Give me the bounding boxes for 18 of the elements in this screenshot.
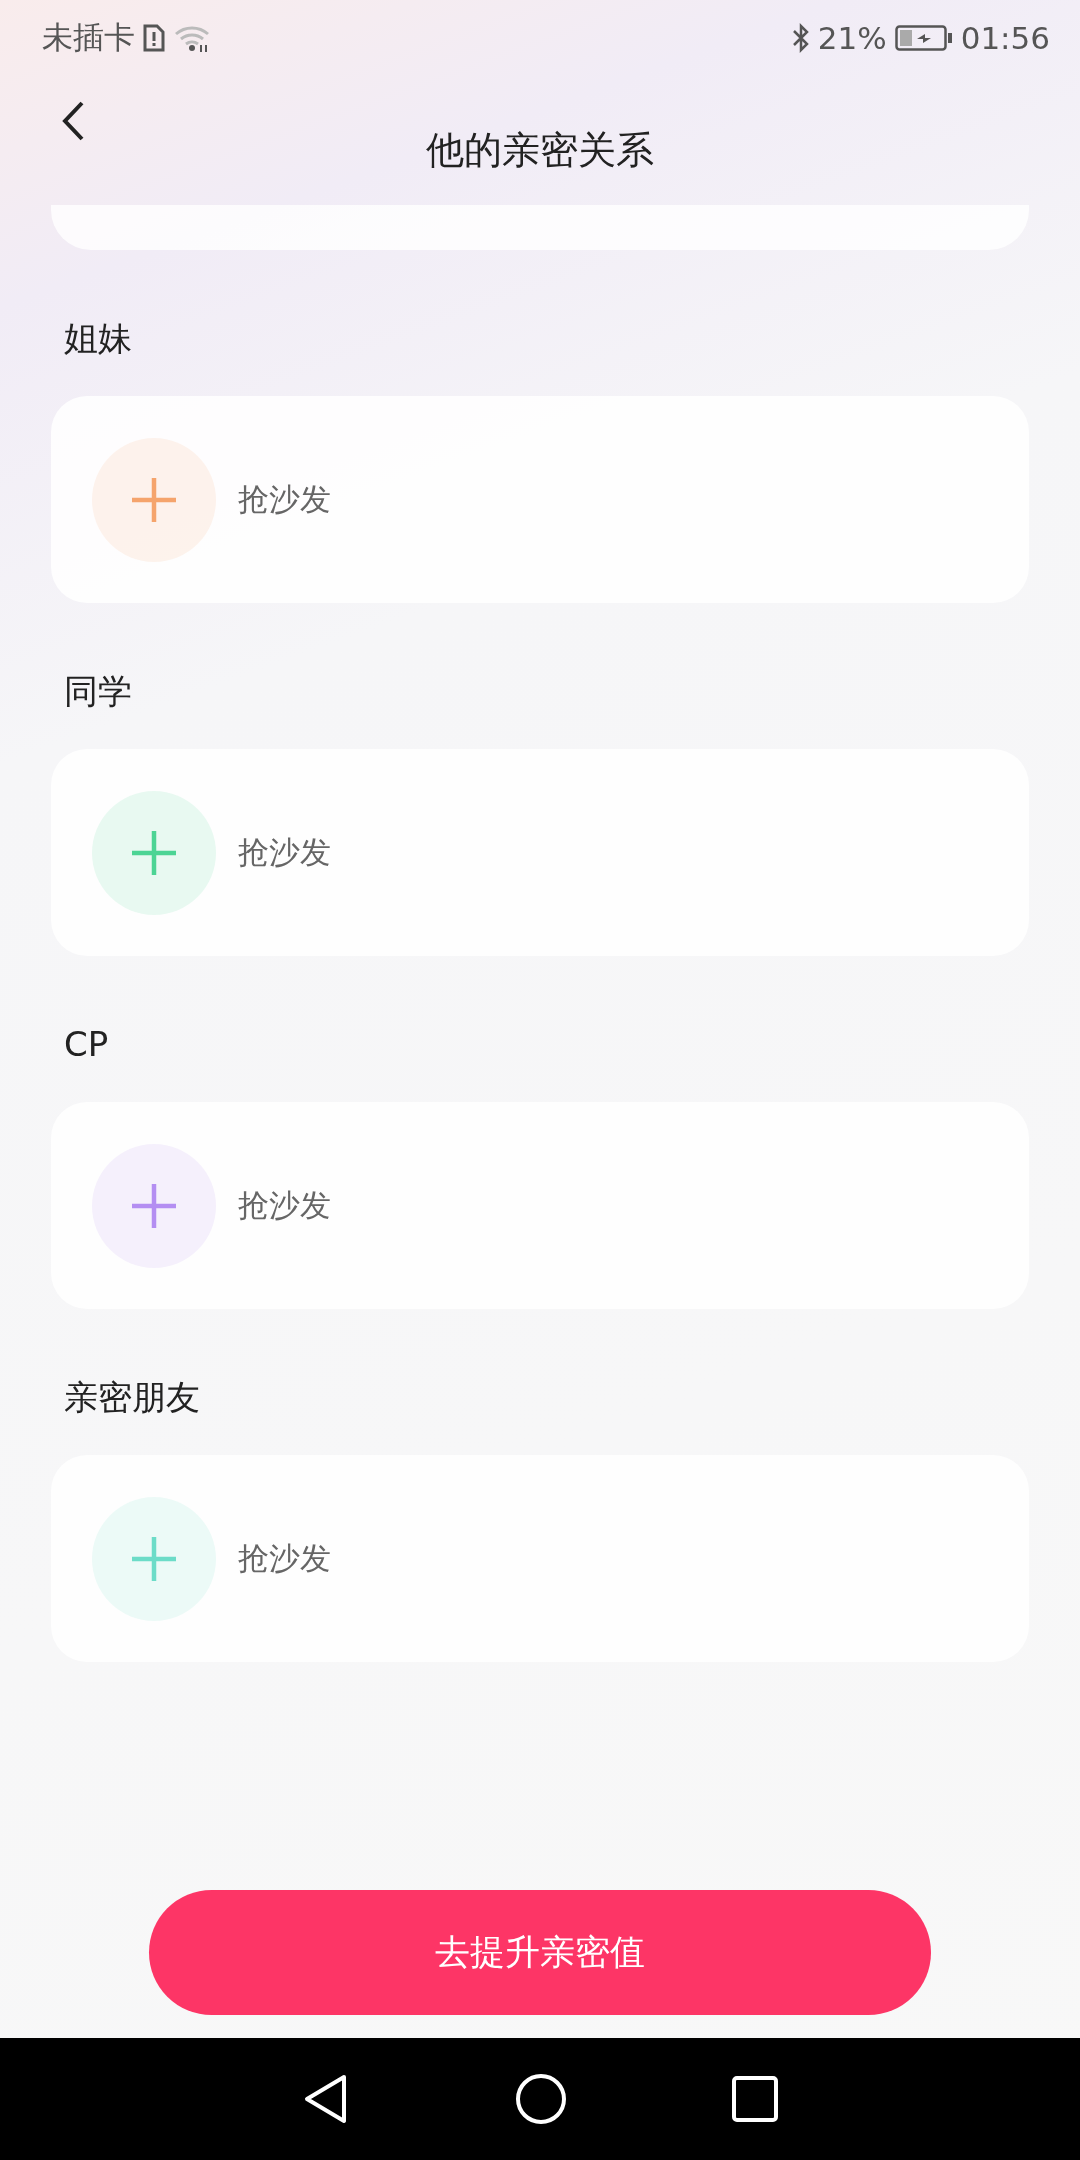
section-title: 同学 [63,670,133,713]
boost-intimacy-button[interactable]: 去提升亲密值 [149,1890,931,2015]
section-title: CP [63,1023,110,1066]
section-title: 亲密朋友 [63,1376,201,1419]
section-title: 姐妹 [63,317,133,360]
battery-icon [894,24,953,51]
recents-nav-icon[interactable] [731,2076,778,2122]
page-title: 他的亲密关系 [426,126,654,174]
clock-time: 01:56 [960,19,1050,56]
sim-alert-icon [143,23,165,52]
grab-seat-text: 抢沙发 [238,1538,331,1578]
grab-seat-text: 抢沙发 [238,479,331,519]
home-nav-icon[interactable] [515,2073,567,2125]
carrier-text: 未插卡 [42,17,135,57]
grab-seat-text: 抢沙发 [238,1185,331,1225]
battery-percent: 21% [817,19,887,56]
bluetooth-icon [791,21,810,54]
grab-seat-text: 抢沙发 [238,832,331,872]
